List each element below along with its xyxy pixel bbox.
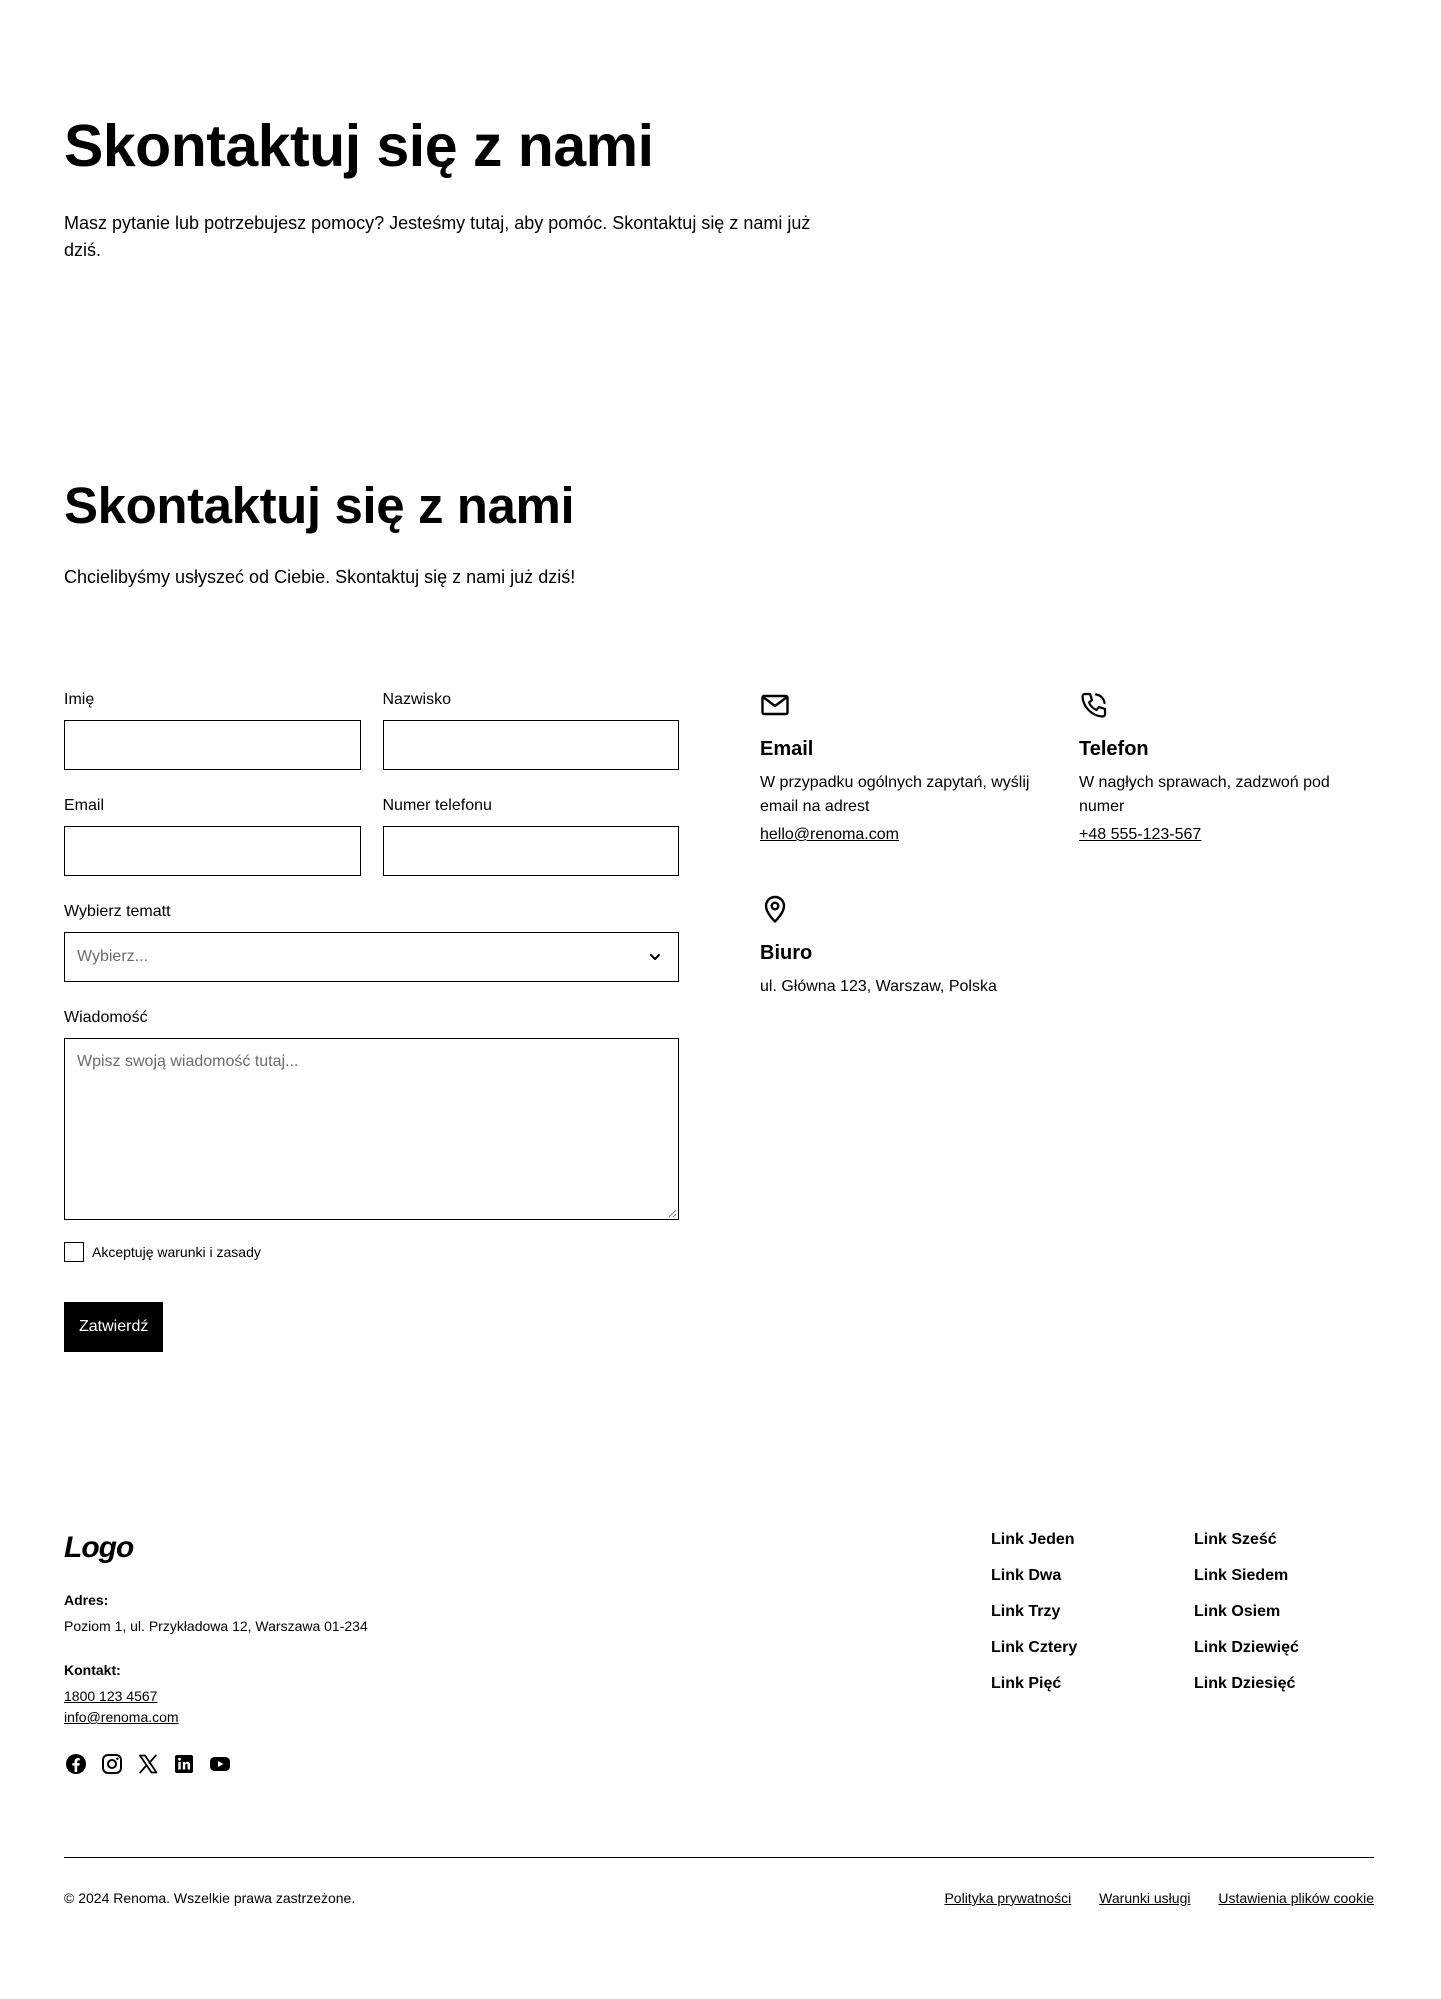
cookie-settings-link[interactable]: Ustawienia plików cookie xyxy=(1218,1890,1374,1906)
footer-link[interactable]: Link Dwa xyxy=(991,1566,1077,1586)
instagram-icon[interactable] xyxy=(100,1752,124,1776)
topic-label: Wybierz tematt xyxy=(64,903,171,920)
footer-link[interactable]: Link Siedem xyxy=(1194,1566,1299,1586)
message-label: Wiadomość xyxy=(64,1009,148,1026)
phone-input[interactable] xyxy=(382,826,679,876)
footer-link[interactable]: Link Dziewięć xyxy=(1194,1638,1299,1658)
info-phone-text: W nagłych sprawach, zadzwoń pod numer xyxy=(1079,774,1330,815)
footer: Logo Adres: Poziom 1, ul. Przykładowa 12… xyxy=(64,1530,1374,1776)
info-office-text: ul. Główna 123, Warszaw, Polska xyxy=(760,978,997,995)
terms-checkbox[interactable] xyxy=(64,1242,84,1262)
footer-link[interactable]: Link Trzy xyxy=(991,1602,1077,1622)
topic-select-value: Wybierz... xyxy=(77,948,148,965)
footer-links-col1: Link Jeden Link Dwa Link Trzy Link Czter… xyxy=(991,1530,1077,1710)
topic-select[interactable]: Wybierz... xyxy=(64,932,679,982)
contact-text: Chcielibyśmy usłyszeć od Ciebie. Skontak… xyxy=(64,567,576,587)
footer-logo[interactable]: Logo xyxy=(64,1530,1374,1566)
youtube-icon[interactable] xyxy=(208,1752,232,1776)
mail-icon xyxy=(761,694,789,716)
info-phone-title: Telefon xyxy=(1079,738,1149,760)
footer-link[interactable]: Link Pięć xyxy=(991,1674,1077,1694)
contact-form: Imię Nazwisko Email Numer telefonu Wybie… xyxy=(64,690,679,1352)
terms-label: Akceptuję warunki i zasady xyxy=(92,1244,261,1260)
info-email-title: Email xyxy=(760,738,814,760)
footer-address-label: Adres: xyxy=(64,1592,109,1608)
info-phone-link[interactable]: +48 555-123-567 xyxy=(1079,826,1201,844)
submit-button[interactable]: Zatwierdź xyxy=(64,1302,164,1352)
footer-link[interactable]: Link Cztery xyxy=(991,1638,1077,1658)
privacy-policy-link[interactable]: Polityka prywatności xyxy=(944,1890,1071,1906)
contact-title: Skontaktuj się z nami xyxy=(64,477,575,534)
info-office-title: Biuro xyxy=(760,942,813,964)
first-name-label: Imię xyxy=(64,691,95,708)
footer-email-link[interactable]: info@renoma.com xyxy=(64,1707,1374,1728)
facebook-icon[interactable] xyxy=(64,1752,88,1776)
footer-divider xyxy=(64,1857,1374,1858)
first-name-input[interactable] xyxy=(64,720,361,770)
resize-handle-icon[interactable] xyxy=(667,1208,677,1218)
terms-of-service-link[interactable]: Warunki usługi xyxy=(1099,1890,1190,1906)
footer-link[interactable]: Link Osiem xyxy=(1194,1602,1299,1622)
email-input[interactable] xyxy=(64,826,361,876)
map-pin-icon xyxy=(764,895,786,923)
footer-contact-label: Kontakt: xyxy=(64,1662,121,1678)
contact-header: Skontaktuj się z nami Chcielibyśmy usłys… xyxy=(64,476,824,591)
hero-title: Skontaktuj się z nami xyxy=(64,113,654,179)
last-name-label: Nazwisko xyxy=(382,691,451,708)
footer-bottom: © 2024 Renoma. Wszelkie prawa zastrzeżon… xyxy=(64,1890,1374,1906)
footer-address: Poziom 1, ul. Przykładowa 12, Warszawa 0… xyxy=(64,1618,368,1634)
info-email-text: W przypadku ogólnych zapytań, wyślij ema… xyxy=(760,774,1030,815)
email-label: Email xyxy=(64,797,105,814)
message-textarea[interactable] xyxy=(64,1038,679,1220)
copyright-text: © 2024 Renoma. Wszelkie prawa zastrzeżon… xyxy=(64,1890,356,1906)
info-email: Email W przypadku ogólnych zapytań, wyśl… xyxy=(760,690,1050,844)
linkedin-icon[interactable] xyxy=(172,1752,196,1776)
info-email-link[interactable]: hello@renoma.com xyxy=(760,826,899,844)
footer-link[interactable]: Link Dziesięć xyxy=(1194,1674,1299,1694)
hero-section: Skontaktuj się z nami Masz pytanie lub p… xyxy=(64,112,824,264)
hero-text: Masz pytanie lub potrzebujesz pomocy? Je… xyxy=(64,213,811,260)
social-links xyxy=(64,1752,1374,1776)
phone-icon xyxy=(1081,692,1107,718)
info-office: Biuro ul. Główna 123, Warszaw, Polska xyxy=(760,894,1050,999)
last-name-input[interactable] xyxy=(382,720,679,770)
footer-links-col2: Link Sześć Link Siedem Link Osiem Link D… xyxy=(1194,1530,1299,1710)
phone-label: Numer telefonu xyxy=(382,797,492,814)
footer-link[interactable]: Link Jeden xyxy=(991,1530,1077,1550)
footer-phone-link[interactable]: 1800 123 4567 xyxy=(64,1686,1374,1707)
chevron-down-icon xyxy=(650,954,660,960)
x-icon[interactable] xyxy=(136,1752,160,1776)
info-phone: Telefon W nagłych sprawach, zadzwoń pod … xyxy=(1079,690,1369,844)
legal-links: Polityka prywatności Warunki usługi Usta… xyxy=(920,1890,1374,1906)
footer-left: Logo Adres: Poziom 1, ul. Przykładowa 12… xyxy=(64,1530,1374,1776)
footer-link[interactable]: Link Sześć xyxy=(1194,1530,1299,1550)
